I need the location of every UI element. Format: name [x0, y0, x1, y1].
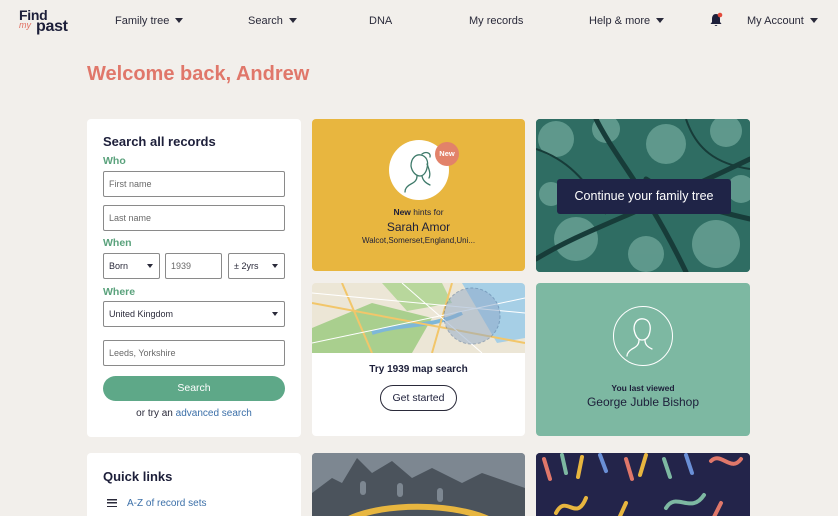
get-started-button[interactable]: Get started — [380, 385, 457, 411]
nav-help-label: Help & more — [589, 15, 651, 27]
map-preview-image — [312, 283, 525, 353]
quick-link-az-record-sets[interactable]: A-Z of record sets — [107, 498, 206, 509]
country-select-value: United Kingdom — [109, 309, 174, 319]
nav-help[interactable]: Help & more — [589, 13, 665, 29]
year-range-select[interactable]: ± 2yrs — [228, 253, 285, 279]
hint-person-name: Sarah Amor — [386, 220, 451, 234]
search-card-title: Search all records — [103, 134, 216, 149]
first-name-input[interactable]: First name — [103, 171, 285, 197]
chevron-down-icon — [656, 18, 665, 23]
chevron-down-icon — [272, 312, 278, 316]
hints-caption: New hints for — [312, 207, 525, 217]
notification-bell-icon[interactable] — [709, 12, 723, 28]
year-input[interactable]: 1939 — [165, 253, 222, 279]
logo-my: my — [19, 20, 31, 30]
nav-dna-label: DNA — [369, 15, 393, 27]
nav-my-records-label: My records — [469, 15, 524, 27]
where-label: Where — [103, 286, 136, 298]
hint-person-place: Walcot,Somerset,England,Uni... — [361, 236, 476, 245]
hints-caption-bold: New — [393, 207, 411, 217]
continue-family-tree-card[interactable]: Continue your family tree — [536, 119, 750, 272]
last-viewed-name: George Juble Bishop — [586, 395, 700, 409]
year-range-value: ± 2yrs — [234, 261, 259, 271]
chevron-down-icon — [809, 18, 818, 23]
nav-my-account[interactable]: My Account — [747, 13, 818, 29]
quick-links-title: Quick links — [103, 469, 173, 484]
when-label: When — [103, 237, 132, 249]
map-search-title: Try 1939 map search — [369, 364, 468, 375]
abbey-ruins-card[interactable] — [312, 453, 525, 516]
who-label: Who — [103, 155, 126, 167]
continue-family-tree-button[interactable]: Continue your family tree — [557, 179, 731, 214]
chevron-down-icon — [175, 18, 184, 23]
brush-strokes-image — [536, 453, 750, 516]
nav-my-records[interactable]: My records — [469, 13, 523, 29]
colourful-brush-card[interactable] — [536, 453, 750, 516]
last-viewed-label: You last viewed — [611, 383, 675, 393]
top-navigation: Find my past Family tree Search DNA My r… — [0, 0, 838, 42]
event-select[interactable]: Born — [103, 253, 160, 279]
logo-past: past — [36, 18, 68, 35]
person-avatar-male — [613, 306, 673, 366]
man-portrait-icon — [626, 318, 653, 357]
advanced-search-link[interactable]: advanced search — [176, 408, 252, 419]
chevron-down-icon — [288, 18, 297, 23]
advanced-prefix: or try an — [136, 408, 173, 419]
last-name-input[interactable]: Last name — [103, 205, 285, 231]
nav-family-tree[interactable]: Family tree — [115, 13, 184, 29]
welcome-heading: Welcome back, Andrew — [87, 63, 310, 85]
list-icon — [107, 499, 117, 507]
nav-account-label: My Account — [747, 15, 804, 27]
place-input[interactable]: Leeds, Yorkshire — [103, 340, 285, 366]
findmypast-logo[interactable]: Find my past — [19, 7, 79, 37]
hints-caption-rest: hints for — [413, 207, 444, 217]
chevron-down-icon — [147, 264, 153, 268]
map-search-card[interactable]: Try 1939 map search Get started — [312, 283, 525, 436]
advanced-search-prompt: or try an advanced search — [87, 408, 301, 419]
last-viewed-card[interactable]: You last viewed George Juble Bishop — [536, 283, 750, 436]
nav-search[interactable]: Search — [248, 13, 297, 29]
search-button[interactable]: Search — [103, 376, 285, 401]
search-records-card: Search all records Who First name Last n… — [87, 119, 301, 437]
new-badge: New — [435, 142, 459, 166]
quick-link-label: A-Z of record sets — [127, 498, 207, 509]
event-select-value: Born — [109, 261, 129, 271]
chevron-down-icon — [272, 264, 278, 268]
nav-family-tree-label: Family tree — [115, 15, 170, 27]
quick-links-card: Quick links A-Z of record sets — [87, 453, 301, 516]
new-hints-card[interactable]: New New hints for Sarah Amor Walcot,Some… — [312, 119, 525, 271]
nav-dna[interactable]: DNA — [369, 13, 392, 29]
abbey-ruins-image — [312, 453, 525, 516]
country-select[interactable]: United Kingdom — [103, 301, 285, 327]
nav-search-label: Search — [248, 15, 283, 27]
